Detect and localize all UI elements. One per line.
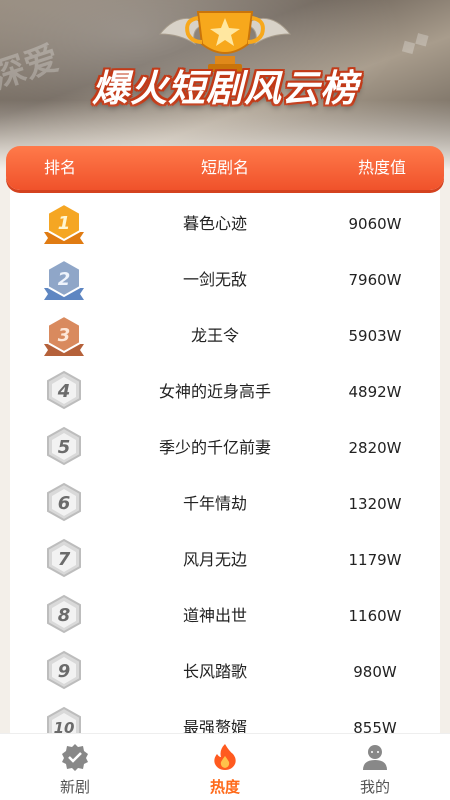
- heat-value: 1179W: [348, 551, 402, 569]
- drama-title: 千年情劫: [182, 494, 247, 513]
- ranking-list-card: 1 暮色心迹 9060W 2 一剑无敌 7960W 3 龙王令 5903W 4 女神的近身高手 489…: [10, 176, 440, 736]
- heat-value: 980W: [353, 663, 397, 681]
- user-icon: [363, 745, 387, 770]
- nav-label-heat: 热度: [209, 778, 240, 796]
- heat-value: 9060W: [348, 215, 402, 233]
- bottom-nav: 新剧 热度 我的: [0, 733, 450, 800]
- ranking-row[interactable]: 1 暮色心迹 9060W: [10, 196, 440, 252]
- rank-number: 5: [58, 437, 71, 458]
- drama-title: 龙王令: [190, 326, 239, 345]
- drama-title: 暮色心迹: [182, 214, 247, 233]
- flame-icon: [214, 744, 236, 770]
- ranking-row[interactable]: 2 一剑无敌 7960W: [10, 252, 440, 308]
- drama-title: 季少的千亿前妻: [158, 438, 271, 457]
- drama-title: 女神的近身高手: [158, 382, 271, 401]
- ranking-row[interactable]: 6 千年情劫 1320W: [10, 476, 440, 532]
- rank-number: 2: [58, 269, 71, 290]
- heat-value: 1320W: [348, 495, 402, 513]
- nav-item-heat[interactable]: 热度: [150, 734, 300, 800]
- nav-label-mine: 我的: [359, 778, 390, 796]
- ranking-row[interactable]: 4 女神的近身高手 4892W: [10, 364, 440, 420]
- drama-title: 一剑无敌: [182, 270, 247, 289]
- rank-number: 1: [58, 213, 71, 234]
- header-banner: 深爱 ◆◆ 爆火短剧风云榜: [0, 0, 450, 170]
- ranking-row[interactable]: 7 风月无边 1179W: [10, 532, 440, 588]
- ranking-row[interactable]: 8 道神出世 1160W: [10, 588, 440, 644]
- nav-item-mine[interactable]: 我的: [300, 734, 450, 800]
- column-heat-label: 热度值: [357, 158, 406, 177]
- ranking-column-header: 排名 短剧名 热度值: [6, 146, 444, 190]
- rank-number: 3: [58, 325, 71, 346]
- drama-title: 长风踏歌: [182, 662, 247, 681]
- nav-label-new: 新剧: [59, 778, 90, 796]
- heat-value: 5903W: [348, 327, 402, 345]
- ranking-row[interactable]: 3 龙王令 5903W: [10, 308, 440, 364]
- ranking-list: 1 暮色心迹 9060W 2 一剑无敌 7960W 3 龙王令 5903W 4 女神的近身高手 489…: [10, 196, 440, 736]
- heat-value: 855W: [353, 719, 397, 736]
- rank-number: 6: [58, 493, 71, 514]
- nav-item-new[interactable]: 新剧: [0, 734, 150, 800]
- rank-number: 7: [58, 549, 71, 570]
- banner-background-art-2: ◆◆: [395, 23, 434, 61]
- heat-value: 1160W: [348, 607, 402, 625]
- heat-value: 2820W: [348, 439, 402, 457]
- drama-title: 道神出世: [182, 606, 247, 625]
- heat-value: 7960W: [348, 271, 402, 289]
- drama-title: 风月无边: [182, 550, 247, 569]
- rank-number: 8: [58, 605, 71, 626]
- drama-title: 最强赘婿: [182, 718, 247, 736]
- rank-number: 9: [58, 661, 71, 682]
- ranking-row[interactable]: 10 最强赘婿 855W: [10, 700, 440, 736]
- ranking-row[interactable]: 5 季少的千亿前妻 2820W: [10, 420, 440, 476]
- heat-value: 4892W: [348, 383, 402, 401]
- badge-check-icon: [62, 744, 88, 771]
- ranking-row[interactable]: 9 长风踏歌 980W: [10, 644, 440, 700]
- rank-number: 4: [57, 381, 71, 402]
